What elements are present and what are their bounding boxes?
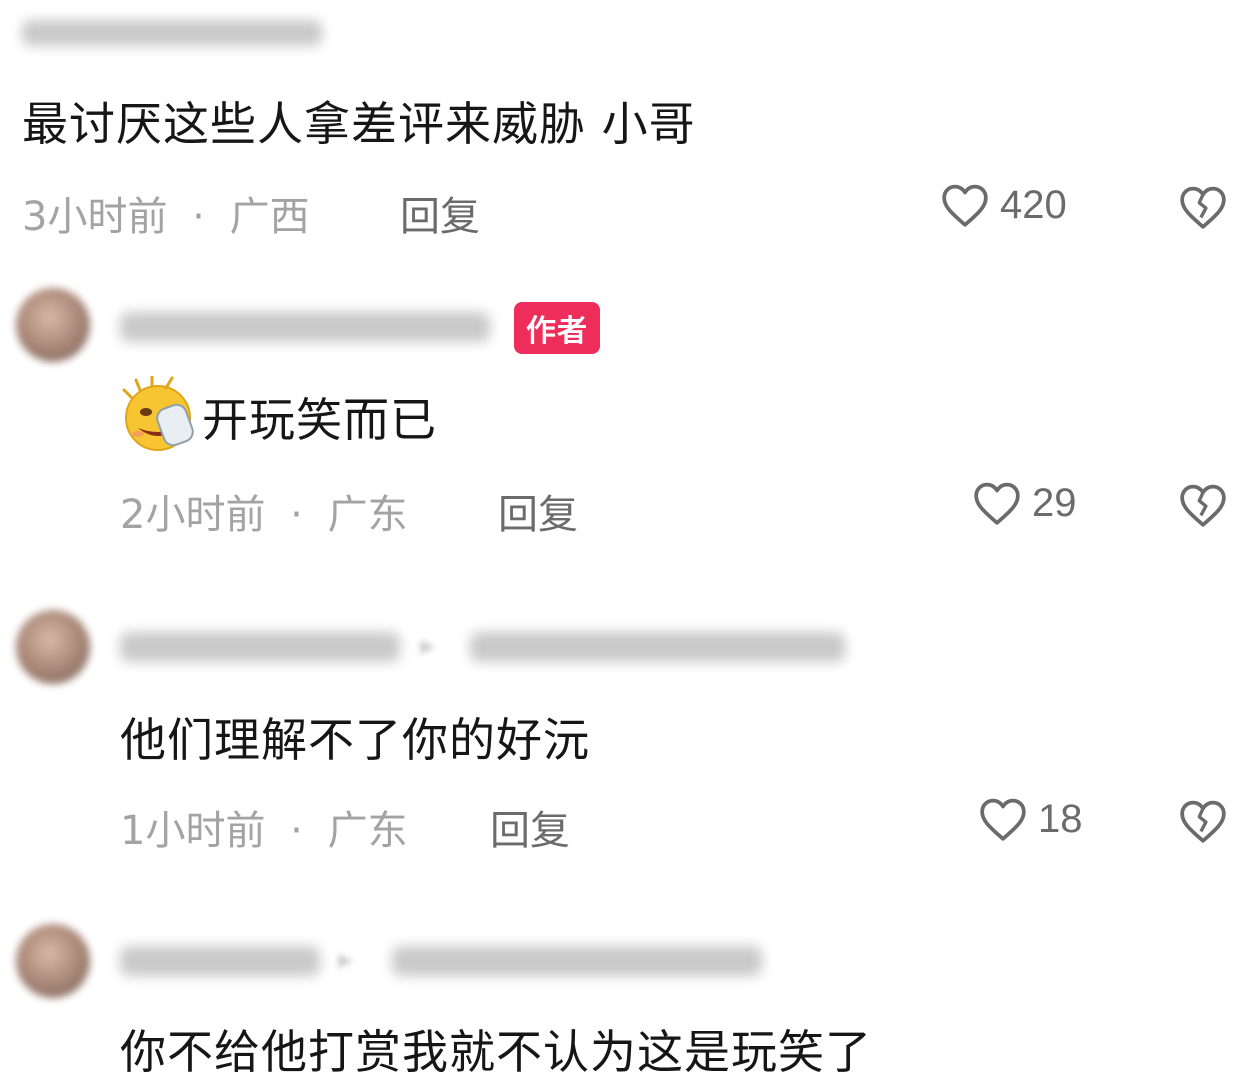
comment-time: 3小时前 (22, 194, 168, 240)
comment-text: 你不给他打赏我就不认为这是玩笑了 (120, 1025, 872, 1079)
heart-outline-icon (942, 184, 988, 227)
like-count: 420 (1000, 182, 1067, 227)
comment-location: 广西 (229, 194, 310, 240)
like-button[interactable]: 18 (978, 796, 1083, 842)
meta-separator: · (290, 808, 303, 854)
comment-text: 最讨厌这些人拿差评来威胁 小哥 (22, 97, 696, 151)
reply-arrow-icon: ▸ (420, 628, 436, 663)
comment-time: 1小时前 (120, 808, 266, 854)
dislike-broken-heart-icon[interactable] (1178, 184, 1228, 230)
reply-arrow-icon: ▸ (338, 942, 354, 977)
author-badge: 作者 (514, 302, 600, 354)
avatar[interactable] (16, 924, 90, 998)
meta-separator: · (192, 194, 205, 240)
reply-button[interactable]: 回复 (400, 184, 480, 242)
commenter-name-blurred[interactable] (120, 312, 490, 342)
reply-button[interactable]: 回复 (498, 482, 578, 540)
commenter-name-blurred[interactable] (120, 632, 400, 662)
commenter-name-blurred[interactable] (22, 20, 322, 46)
like-count: 29 (1032, 480, 1077, 525)
heart-outline-icon (980, 798, 1026, 841)
avatar[interactable] (16, 288, 90, 362)
comment-meta: 3小时前 · 广西 (22, 184, 310, 242)
dislike-broken-heart-icon[interactable] (1178, 798, 1228, 844)
reply-button[interactable]: 回复 (490, 798, 570, 856)
like-button[interactable]: 29 (972, 480, 1077, 526)
laughing-emoji-icon (122, 376, 194, 451)
dislike-broken-heart-icon[interactable] (1178, 482, 1228, 528)
like-button[interactable]: 420 (940, 182, 1067, 228)
comment-meta: 2小时前 · 广东 (120, 482, 408, 540)
avatar[interactable] (16, 610, 90, 684)
comment-text: 他们理解不了你的好沅 (120, 713, 590, 767)
heart-outline-icon (974, 482, 1020, 525)
commenter-name-blurred[interactable] (120, 946, 320, 976)
comment-meta: 1小时前 · 广东 (120, 798, 408, 856)
like-count: 18 (1038, 796, 1083, 841)
meta-separator: · (290, 492, 303, 538)
comment-location: 广东 (327, 492, 408, 538)
comment-location: 广东 (327, 808, 408, 854)
replied-to-name-blurred[interactable] (392, 946, 762, 976)
replied-to-name-blurred[interactable] (470, 632, 845, 662)
comment-time: 2小时前 (120, 492, 266, 538)
comment-text: 开玩笑而已 (202, 393, 437, 447)
